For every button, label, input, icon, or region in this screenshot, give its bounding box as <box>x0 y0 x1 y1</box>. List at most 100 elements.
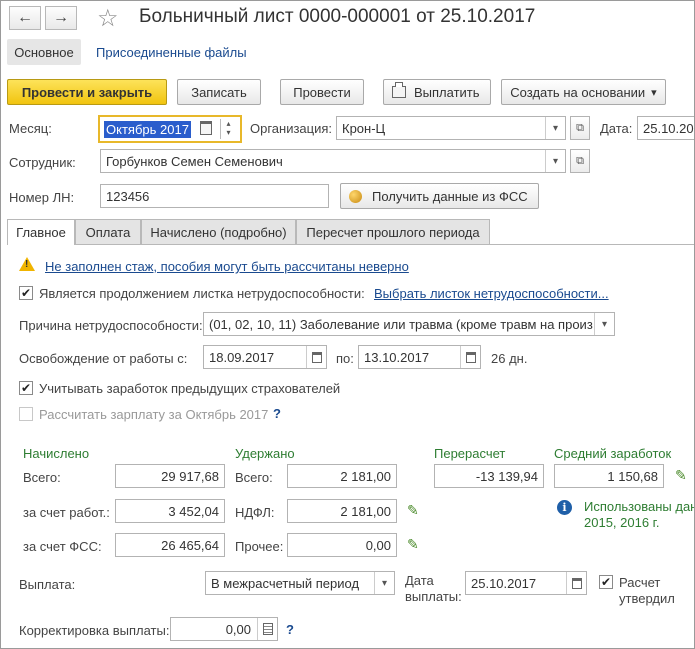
payment-type-field[interactable]: В межрасчетный период ▾ <box>205 571 395 595</box>
days-count: 26 дн. <box>491 351 528 366</box>
warning-link[interactable]: Не заполнен стаж, пособия могут быть рас… <box>45 259 409 274</box>
employee-dropdown-icon[interactable]: ▾ <box>545 150 565 172</box>
withheld-other-value: 0,00 <box>365 537 391 553</box>
employee-value: Горбунков Семен Семенович <box>106 153 283 169</box>
payment-date-label-1: Дата <box>405 573 434 588</box>
section-attached-files[interactable]: Присоединенные файлы <box>96 45 247 60</box>
release-from-field[interactable]: 18.09.2017 <box>203 345 327 369</box>
calendar-icon[interactable] <box>460 346 480 368</box>
ln-number-value: 123456 <box>106 188 150 204</box>
pay-label: Выплатить <box>414 84 480 100</box>
accrued-fss-value: 26 465,64 <box>161 537 219 553</box>
prev-insurers-label: Учитывать заработок предыдущих страховат… <box>39 381 341 396</box>
back-button[interactable]: ← <box>9 6 41 30</box>
prev-insurers-checkbox[interactable]: ✔ <box>19 381 33 395</box>
date-field[interactable]: 25.10.2017 <box>637 116 694 140</box>
window: ← → ☆ Больничный лист 0000-000001 от 25.… <box>0 0 695 649</box>
correction-help-icon[interactable]: ? <box>286 622 294 637</box>
month-field[interactable]: Октябрь 2017 ▴ ▾ <box>98 115 242 143</box>
organization-field[interactable]: Крон-Ц ▾ <box>336 116 566 140</box>
dropdown-arrow-icon: ▾ <box>651 86 657 99</box>
payment-type-dropdown-icon[interactable]: ▾ <box>374 572 394 594</box>
ln-number-label: Номер ЛН: <box>9 190 75 205</box>
accrued-fss-field: 26 465,64 <box>115 533 225 557</box>
month-stepper[interactable]: ▴ ▾ <box>220 119 236 139</box>
recalc-field: -13 139,94 <box>434 464 544 488</box>
warning-icon-mark: ! <box>25 259 29 270</box>
average-field: 1 150,68 <box>554 464 664 488</box>
edit-average-pencil-icon[interactable]: ✎ <box>675 467 687 484</box>
favorite-star-icon[interactable]: ☆ <box>97 4 119 33</box>
date-label: Дата: <box>600 121 633 136</box>
withheld-ndfl-label: НДФЛ: <box>235 505 275 520</box>
withheld-other-label: Прочее: <box>235 539 284 554</box>
correction-field[interactable]: 0,00 <box>170 617 278 641</box>
release-to-label: по: <box>336 351 354 366</box>
get-fss-data-label: Получить данные из ФСС <box>372 188 528 204</box>
accrued-fss-label: за счет ФСС: <box>23 539 102 554</box>
continuation-checkbox[interactable]: ✔ <box>19 286 33 300</box>
withheld-ndfl-field: 2 181,00 <box>287 499 397 523</box>
accrued-total-label: Всего: <box>23 470 61 485</box>
organization-open-icon[interactable]: ⧉ <box>570 116 590 140</box>
accrued-employer-label: за счет работ.: <box>23 505 110 520</box>
post-button[interactable]: Провести <box>280 79 364 105</box>
used-years-text-1: Использованы дан <box>584 499 695 514</box>
pay-button[interactable]: Выплатить <box>383 79 491 105</box>
organization-dropdown-icon[interactable]: ▾ <box>545 117 565 139</box>
create-based-on-button[interactable]: Создать на основании ▾ <box>501 79 666 105</box>
employee-field[interactable]: Горбунков Семен Семенович ▾ <box>100 149 566 173</box>
date-value: 25.10.2017 <box>643 120 694 136</box>
reason-field[interactable]: (01, 02, 10, 11) Заболевание или травма … <box>203 312 615 336</box>
edit-ndfl-pencil-icon[interactable]: ✎ <box>407 502 419 519</box>
ln-number-field[interactable]: 123456 <box>100 184 329 208</box>
accrued-total-value: 29 917,68 <box>161 468 219 484</box>
recalc-title: Перерасчет <box>434 446 506 461</box>
check-icon: ✔ <box>20 286 32 300</box>
tab-payment[interactable]: Оплата <box>75 219 141 245</box>
info-icon: i <box>557 500 572 515</box>
section-main[interactable]: Основное <box>7 39 81 65</box>
continuation-label: Является продолжением листка нетрудоспос… <box>39 286 365 301</box>
forward-arrow-icon: → <box>53 9 69 26</box>
check-icon: ✔ <box>600 575 612 589</box>
forward-button[interactable]: → <box>45 6 77 30</box>
correction-value: 0,00 <box>225 621 251 637</box>
withheld-title: Удержано <box>235 446 295 461</box>
calendar-icon[interactable] <box>200 121 212 135</box>
reason-dropdown-icon[interactable]: ▾ <box>594 313 614 335</box>
post-and-close-button[interactable]: Провести и закрыть <box>7 79 167 105</box>
fss-globe-icon <box>349 189 362 203</box>
payment-date-field[interactable]: 25.10.2017 <box>465 571 587 595</box>
check-icon: ✔ <box>20 381 32 395</box>
select-sheet-link[interactable]: Выбрать листок нетрудоспособности... <box>374 286 609 301</box>
accrued-employer-field: 3 452,04 <box>115 499 225 523</box>
tab-main[interactable]: Главное <box>7 219 75 245</box>
tab-accrued-detailed[interactable]: Начислено (подробно) <box>141 219 296 245</box>
accrued-employer-value: 3 452,04 <box>168 503 219 519</box>
employee-open-icon[interactable]: ⧉ <box>570 149 590 173</box>
edit-other-pencil-icon[interactable]: ✎ <box>407 536 419 553</box>
calendar-icon[interactable] <box>566 572 586 594</box>
release-label: Освобождение от работы с: <box>19 351 188 366</box>
calc-salary-label: Рассчитать зарплату за Октябрь 2017 <box>39 407 269 422</box>
reason-label: Причина нетрудоспособности: <box>19 318 203 333</box>
tab-recalc-previous[interactable]: Пересчет прошлого периода <box>296 219 490 245</box>
average-title: Средний заработок <box>554 446 672 461</box>
withheld-ndfl-value: 2 181,00 <box>340 503 391 519</box>
calculator-icon[interactable] <box>257 618 277 640</box>
employee-label: Сотрудник: <box>9 155 76 170</box>
calc-approved-checkbox[interactable]: ✔ <box>599 575 613 589</box>
release-to-field[interactable]: 13.10.2017 <box>358 345 481 369</box>
correction-label: Корректировка выплаты: <box>19 623 170 638</box>
calendar-icon[interactable] <box>306 346 326 368</box>
active-tab-gap <box>8 244 74 246</box>
release-to-value: 13.10.2017 <box>364 349 430 365</box>
calc-salary-checkbox[interactable] <box>19 407 33 421</box>
accrued-total-field: 29 917,68 <box>115 464 225 488</box>
help-icon[interactable]: ? <box>273 406 281 421</box>
get-fss-data-button[interactable]: Получить данные из ФСС <box>340 183 539 209</box>
save-button[interactable]: Записать <box>177 79 261 105</box>
payment-date-value: 25.10.2017 <box>471 575 537 591</box>
calc-approved-label-2: утвердил <box>619 591 675 606</box>
